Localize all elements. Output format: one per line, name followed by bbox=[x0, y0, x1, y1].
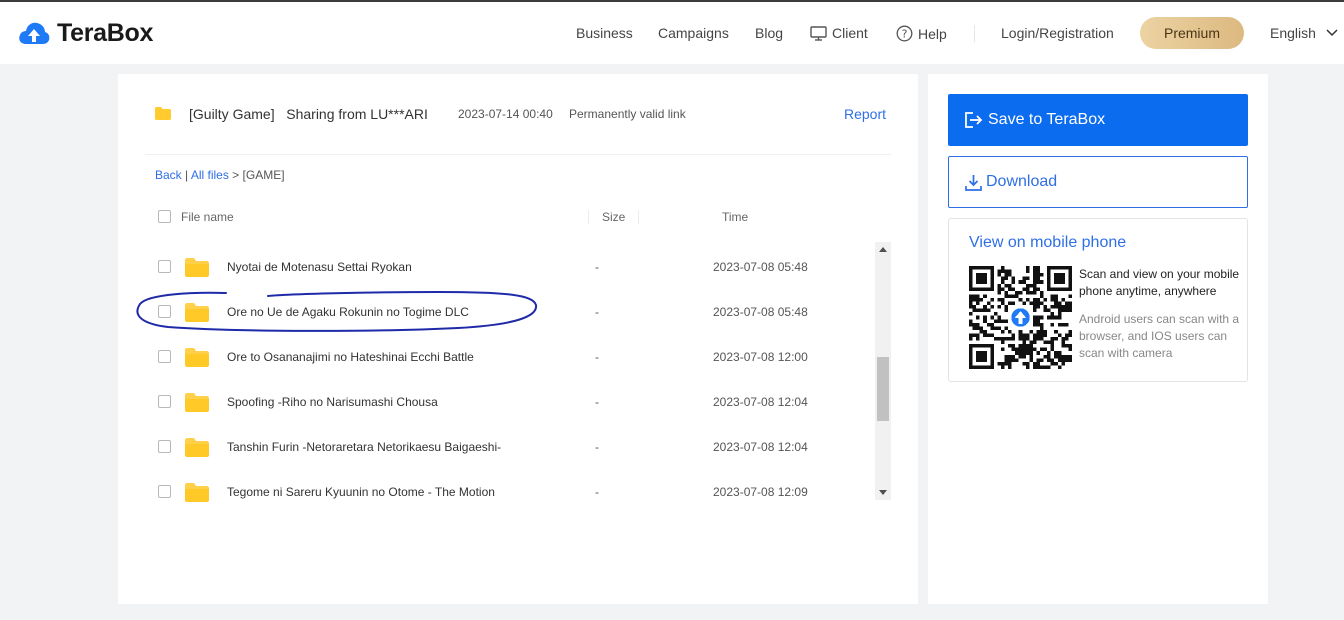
actions-panel: Save to TeraBox Download View on mobile … bbox=[928, 74, 1268, 604]
table-row[interactable]: Tegome ni Sareru Kyuunin no Otome - The … bbox=[145, 470, 875, 515]
terabox-logo[interactable]: TeraBox bbox=[17, 18, 153, 48]
file-time: 2023-07-08 12:00 bbox=[713, 350, 808, 364]
file-size: - bbox=[595, 260, 599, 274]
nav-business[interactable]: Business bbox=[576, 25, 633, 41]
table-row[interactable]: Spoofing -Riho no Narisumashi Chousa - 2… bbox=[145, 380, 875, 425]
file-time: 2023-07-08 12:04 bbox=[713, 440, 808, 454]
help-circle-icon: ? bbox=[896, 25, 913, 42]
column-header-size[interactable]: Size bbox=[602, 210, 625, 224]
language-selector[interactable]: English bbox=[1270, 25, 1338, 41]
file-name[interactable]: Tanshin Furin -Netoraretara Netorikaesu … bbox=[227, 440, 501, 454]
download-button-label: Download bbox=[986, 173, 1058, 190]
all-files-link[interactable]: All files bbox=[191, 168, 229, 182]
file-size: - bbox=[595, 350, 599, 364]
select-all-checkbox[interactable] bbox=[158, 210, 171, 223]
scroll-thumb[interactable] bbox=[877, 357, 889, 421]
share-title: [Guilty Game] Sharing from LU***ARI bbox=[189, 106, 428, 122]
download-button[interactable]: Download bbox=[948, 156, 1248, 208]
share-info-bar: [Guilty Game] Sharing from LU***ARI 2023… bbox=[118, 74, 918, 154]
table-row[interactable]: Nyotai de Motenasu Settai Ryokan - 2023-… bbox=[145, 245, 875, 290]
folder-icon bbox=[185, 348, 209, 367]
file-time: 2023-07-08 12:04 bbox=[713, 395, 808, 409]
back-link[interactable]: Back bbox=[155, 168, 182, 182]
table-row[interactable]: Ore to Osananajimi no Hateshinai Ecchi B… bbox=[145, 335, 875, 380]
folder-icon bbox=[155, 107, 171, 120]
file-size: - bbox=[595, 440, 599, 454]
mobile-view-box: View on mobile phone Scan and view on yo… bbox=[948, 218, 1248, 382]
report-link[interactable]: Report bbox=[844, 106, 886, 122]
scroll-down-arrow-icon[interactable] bbox=[879, 490, 887, 495]
file-name[interactable]: Ore to Osananajimi no Hateshinai Ecchi B… bbox=[227, 350, 474, 364]
table-row[interactable]: Ore no Ue de Agaku Rokunin no Togime DLC… bbox=[145, 290, 875, 335]
file-name[interactable]: Ore no Ue de Agaku Rokunin no Togime DLC bbox=[227, 305, 469, 319]
nav-campaigns[interactable]: Campaigns bbox=[658, 25, 729, 41]
file-size: - bbox=[595, 395, 599, 409]
row-checkbox[interactable] bbox=[158, 350, 171, 363]
folder-icon bbox=[185, 258, 209, 277]
folder-icon bbox=[185, 393, 209, 412]
folder-icon bbox=[185, 483, 209, 502]
column-header-name[interactable]: File name bbox=[181, 210, 234, 224]
file-name[interactable]: Tegome ni Sareru Kyuunin no Otome - The … bbox=[227, 485, 495, 499]
breadcrumb-separator: | bbox=[185, 168, 189, 182]
row-checkbox[interactable] bbox=[158, 395, 171, 408]
nav-client[interactable]: Client bbox=[810, 25, 868, 41]
breadcrumb: Back | All files > [GAME] bbox=[155, 168, 285, 182]
link-validity: Permanently valid link bbox=[569, 107, 686, 121]
save-button-label: Save to TeraBox bbox=[988, 111, 1106, 128]
file-list-panel: [Guilty Game] Sharing from LU***ARI 2023… bbox=[118, 74, 918, 604]
file-time: 2023-07-08 05:48 bbox=[713, 305, 808, 319]
share-date: 2023-07-14 00:40 bbox=[458, 107, 553, 121]
download-icon bbox=[965, 174, 982, 191]
row-checkbox[interactable] bbox=[158, 260, 171, 273]
nav-help[interactable]: ? Help bbox=[896, 25, 947, 42]
scroll-up-arrow-icon[interactable] bbox=[879, 247, 887, 252]
save-export-icon bbox=[964, 111, 984, 129]
nav-divider bbox=[974, 25, 975, 42]
mobile-view-title: View on mobile phone bbox=[969, 234, 1127, 251]
qr-code-icon bbox=[969, 266, 1072, 369]
file-name[interactable]: Nyotai de Motenasu Settai Ryokan bbox=[227, 260, 412, 274]
table-row[interactable]: Tanshin Furin -Netoraretara Netorikaesu … bbox=[145, 425, 875, 470]
column-divider bbox=[588, 210, 589, 224]
save-to-terabox-button[interactable]: Save to TeraBox bbox=[948, 94, 1248, 146]
brand-name: TeraBox bbox=[57, 18, 154, 47]
row-checkbox[interactable] bbox=[158, 440, 171, 453]
scan-instructions: Scan and view on your mobile phone anyti… bbox=[1079, 267, 1240, 298]
monitor-icon bbox=[810, 25, 827, 41]
column-header-time[interactable]: Time bbox=[722, 210, 748, 224]
file-size: - bbox=[595, 305, 599, 319]
site-header: TeraBox Business Campaigns Blog Client ?… bbox=[0, 2, 1344, 64]
language-label: English bbox=[1270, 25, 1316, 41]
row-checkbox[interactable] bbox=[158, 305, 171, 318]
login-registration-link[interactable]: Login/Registration bbox=[1001, 25, 1114, 41]
terabox-cloud-icon bbox=[19, 22, 50, 44]
premium-button[interactable]: Premium bbox=[1140, 17, 1244, 49]
folder-icon bbox=[185, 303, 209, 322]
file-name[interactable]: Spoofing -Riho no Narisumashi Chousa bbox=[227, 395, 438, 409]
breadcrumb-current: > [GAME] bbox=[228, 168, 285, 182]
file-list-scrollbar[interactable] bbox=[875, 242, 891, 500]
row-checkbox[interactable] bbox=[158, 485, 171, 498]
file-time: 2023-07-08 05:48 bbox=[713, 260, 808, 274]
column-divider bbox=[638, 210, 639, 224]
scan-note: Android users can scan with a browser, a… bbox=[1079, 312, 1240, 360]
divider bbox=[145, 154, 891, 155]
file-time: 2023-07-08 12:09 bbox=[713, 485, 808, 499]
svg-text:?: ? bbox=[902, 28, 908, 41]
nav-client-label: Client bbox=[832, 25, 868, 41]
nav-help-label: Help bbox=[918, 25, 947, 42]
nav-blog[interactable]: Blog bbox=[755, 25, 783, 41]
chevron-down-icon bbox=[1326, 29, 1338, 37]
file-size: - bbox=[595, 485, 599, 499]
folder-icon bbox=[185, 438, 209, 457]
